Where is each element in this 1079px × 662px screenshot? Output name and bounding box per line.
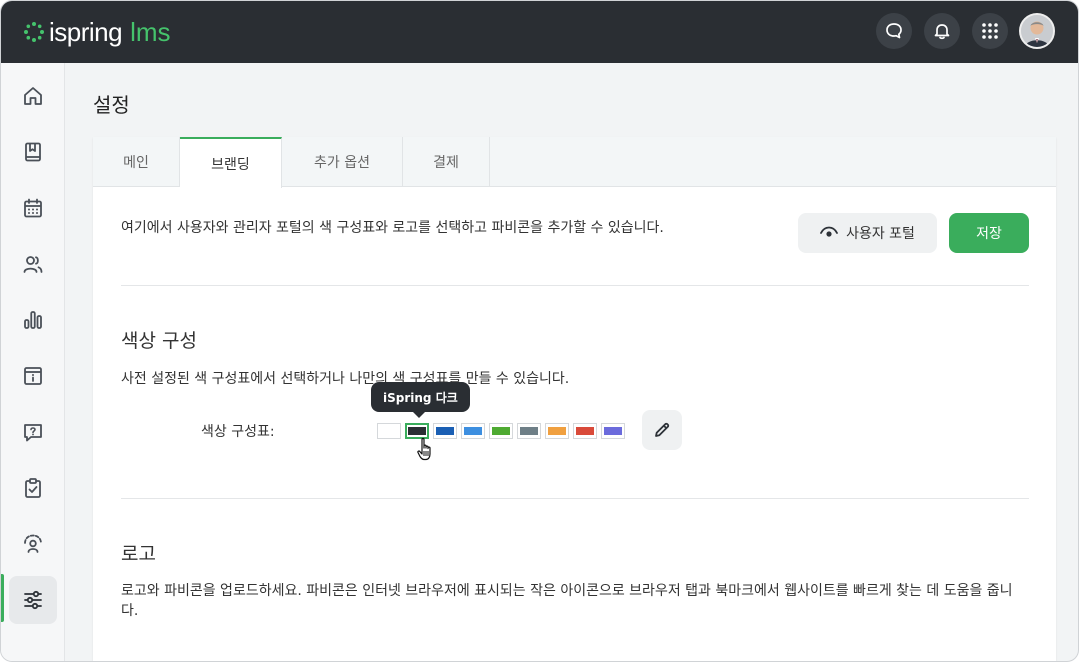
info-icon — [24, 367, 42, 385]
save-button[interactable]: 저장 — [949, 213, 1029, 253]
color-swatch-fill — [380, 427, 398, 435]
avatar[interactable] — [1019, 13, 1055, 49]
divider — [121, 285, 1029, 286]
logo-suffix: lms — [130, 16, 171, 47]
clipboard-check-icon — [25, 478, 41, 498]
chat-icon — [886, 23, 902, 39]
color-swatch[interactable] — [601, 423, 625, 439]
sidebar — [1, 63, 65, 661]
color-swatch-fill — [604, 427, 622, 435]
bell-icon — [934, 24, 950, 40]
calendar-icon — [24, 198, 42, 218]
color-section-title: 색상 구성 — [121, 330, 197, 352]
color-swatch-fill — [464, 427, 482, 435]
color-swatch[interactable] — [545, 423, 569, 439]
sidebar-item-help[interactable] — [9, 408, 57, 456]
color-swatch[interactable] — [517, 423, 541, 439]
color-scheme-tooltip: iSpring 다크 — [371, 382, 470, 418]
color-swatch[interactable] — [433, 423, 457, 439]
tab-payment[interactable]: 결제 — [403, 137, 490, 187]
divider — [121, 498, 1029, 499]
user-feedback-icon — [24, 534, 42, 553]
color-swatch-fill — [520, 427, 538, 435]
app-window: ispring lms 설정 메인 브랜딩 추가 옵션 결제 여기에서 사용자와… — [0, 0, 1079, 662]
user-portal-button[interactable]: 사용자 포털 — [798, 213, 937, 253]
edit-color-scheme-button[interactable] — [642, 410, 682, 450]
color-swatch-fill — [548, 427, 566, 435]
notifications-button[interactable] — [924, 13, 960, 49]
color-swatch-fill — [576, 427, 594, 435]
logo-section-title: 로고 — [121, 543, 156, 565]
chat-button[interactable] — [876, 13, 912, 49]
sidebar-active-indicator — [1, 574, 4, 622]
sidebar-item-info[interactable] — [9, 352, 57, 400]
hand-cursor-icon — [417, 437, 435, 467]
sidebar-item-settings[interactable] — [9, 576, 57, 624]
book-icon — [25, 142, 41, 162]
color-swatch-fill — [408, 427, 426, 435]
ispring-logo[interactable]: ispring lms — [23, 17, 171, 47]
tab-main[interactable]: 메인 — [93, 137, 180, 187]
sliders-icon — [24, 590, 42, 610]
ispring-logo-icon — [24, 22, 44, 42]
sidebar-item-users[interactable] — [9, 240, 57, 288]
color-swatch[interactable] — [489, 423, 513, 439]
user-portal-button-label: 사용자 포털 — [846, 226, 915, 242]
top-bar: ispring lms — [1, 1, 1078, 63]
color-swatch[interactable] — [377, 423, 401, 439]
tab-bar: 메인 브랜딩 추가 옵션 결제 — [93, 137, 1056, 188]
color-swatch[interactable] — [461, 423, 485, 439]
apps-button[interactable] — [972, 13, 1008, 49]
apps-grid-icon — [982, 23, 998, 39]
color-swatch-fill — [436, 427, 454, 435]
color-swatch[interactable] — [573, 423, 597, 439]
home-icon — [24, 87, 42, 105]
settings-card: 메인 브랜딩 추가 옵션 결제 여기에서 사용자와 관리자 포털의 색 구성표와… — [93, 137, 1056, 661]
user-photo-icon — [1021, 15, 1053, 47]
pencil-icon — [655, 422, 670, 437]
sidebar-item-home[interactable] — [9, 72, 57, 120]
logo-text: ispring — [49, 16, 123, 47]
color-swatch-fill — [492, 427, 510, 435]
branding-intro-text: 여기에서 사용자와 관리자 포털의 색 구성표와 로고를 선택하고 파비콘을 추… — [121, 220, 664, 236]
color-section-description: 사전 설정된 색 구성표에서 선택하거나 나만의 색 구성표를 만들 수 있습니… — [121, 371, 570, 387]
sidebar-item-reports[interactable] — [9, 296, 57, 344]
eye-icon — [820, 226, 838, 237]
sidebar-item-feedback[interactable] — [9, 520, 57, 568]
sidebar-item-content[interactable] — [9, 128, 57, 176]
bar-chart-icon — [24, 311, 42, 329]
logo-section-description: 로고와 파비콘을 업로드하세요. 파비콘은 인터넷 브라우저에 표시되는 작은 … — [121, 583, 1013, 619]
help-icon — [24, 424, 42, 442]
sidebar-item-assignments[interactable] — [9, 464, 57, 512]
page-title: 설정 — [93, 93, 130, 117]
color-scheme-label: 색상 구성표: — [201, 424, 275, 440]
tab-branding[interactable]: 브랜딩 — [180, 137, 282, 188]
tab-additional-options[interactable]: 추가 옵션 — [282, 137, 403, 187]
sidebar-item-calendar[interactable] — [9, 184, 57, 232]
users-icon — [23, 256, 43, 273]
